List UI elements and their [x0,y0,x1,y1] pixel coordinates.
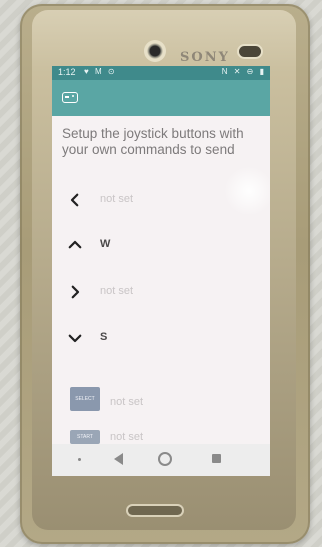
joystick-right-row[interactable]: not set [66,280,256,304]
back-icon[interactable] [114,453,123,465]
chevron-right-icon [66,280,86,304]
home-icon[interactable] [158,452,172,466]
app-screen: 1:12 ♥ M ⊙ N ✕ ⊖ ▮ Setup the joystick bu… [52,66,270,476]
select-button[interactable]: SELECT [70,387,100,411]
chevron-down-icon [66,326,86,350]
joystick-left-command[interactable]: not set [100,193,133,205]
joystick-up-row[interactable]: W [66,233,256,257]
nav-dot-icon [78,458,81,461]
status-bar: 1:12 ♥ M ⊙ N ✕ ⊖ ▮ [52,66,270,80]
chevron-up-icon [66,233,86,257]
status-time: 1:12 [58,67,76,77]
start-button[interactable]: START [70,430,100,444]
recent-apps-icon[interactable] [212,454,221,463]
notification-icons: ♥ M ⊙ [84,67,117,76]
app-bar [52,80,270,116]
bottom-speaker-slot [128,506,182,515]
instructions-text: Setup the joystick buttons with your own… [62,126,244,157]
select-button-row[interactable]: SELECT not set [66,387,256,415]
joystick-down-command[interactable]: S [100,331,107,343]
select-command[interactable]: not set [110,396,143,408]
start-command[interactable]: not set [110,431,143,443]
earpiece-speaker [239,46,261,57]
joystick-down-row[interactable]: S [66,326,256,350]
joystick-right-command[interactable]: not set [100,285,133,297]
chevron-left-icon [66,188,86,212]
screen-glare [224,166,270,216]
brand-logo: SONY [180,50,230,65]
system-status-icons: N ✕ ⊖ ▮ [221,67,266,76]
joystick-up-command[interactable]: W [100,238,110,250]
front-camera [144,40,166,62]
gamepad-icon[interactable] [62,92,78,103]
navigation-bar [52,444,270,476]
